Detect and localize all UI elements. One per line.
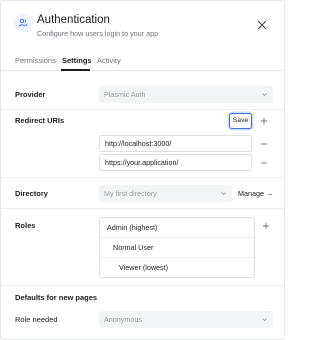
chevron-down-icon <box>262 318 267 321</box>
remove-uri-icon[interactable] <box>259 139 269 149</box>
provider-select[interactable]: Plasmic Auth <box>99 86 273 103</box>
redirect-uri-value: https://your.application/ <box>105 158 179 167</box>
manage-directory-link[interactable]: Manage → <box>238 189 273 198</box>
chevron-down-icon <box>262 93 267 96</box>
role-item[interactable]: Admin (highest) <box>100 218 254 238</box>
provider-value: Plasmic Auth <box>104 90 146 99</box>
provider-label: Provider <box>15 90 46 99</box>
divider <box>1 285 284 286</box>
role-needed-select[interactable]: Anonymous <box>99 311 273 328</box>
remove-uri-icon[interactable] <box>259 158 269 168</box>
active-tab-indicator <box>61 69 90 71</box>
roles-list: Admin (highest) Normal User Viewer (lowe… <box>99 217 255 278</box>
tab-activity[interactable]: Activity <box>97 56 121 65</box>
close-icon[interactable] <box>256 18 268 30</box>
directory-value: My first directory <box>104 189 157 198</box>
directory-select[interactable]: My first directory <box>99 185 232 202</box>
tab-bar: Permissions Settings Activity <box>1 51 284 71</box>
directory-label: Directory <box>15 189 48 198</box>
dialog-header: Authentication Configure how users login… <box>1 1 284 47</box>
redirect-uri-value: http://localhost:3000/ <box>105 139 172 148</box>
tab-settings[interactable]: Settings <box>62 56 92 65</box>
tab-permissions[interactable]: Permissions <box>15 56 56 65</box>
dialog-title: Authentication <box>37 14 110 26</box>
add-uri-icon[interactable] <box>259 116 269 126</box>
role-needed-value: Anonymous <box>104 315 142 324</box>
roles-label: Roles <box>15 221 36 230</box>
role-item[interactable]: Normal User <box>100 238 254 258</box>
redirect-uri-field[interactable]: https://your.application/ <box>99 154 252 171</box>
save-button[interactable]: Save <box>229 113 252 129</box>
auth-dialog: Authentication Configure how users login… <box>0 0 285 340</box>
add-role-icon[interactable] <box>261 221 271 231</box>
defaults-heading: Defaults for new pages <box>15 293 98 302</box>
divider <box>1 177 284 178</box>
divider <box>1 208 284 209</box>
chevron-down-icon <box>221 192 226 195</box>
redirect-uri-field[interactable]: http://localhost:3000/ <box>99 135 252 152</box>
users-icon <box>14 14 32 32</box>
divider <box>1 109 284 110</box>
role-needed-label: Role needed <box>15 315 58 324</box>
redirect-uris-label: Redirect URIs <box>15 116 65 125</box>
dialog-subtitle: Configure how users login to your app <box>37 29 159 38</box>
role-item[interactable]: Viewer (lowest) <box>100 258 254 278</box>
